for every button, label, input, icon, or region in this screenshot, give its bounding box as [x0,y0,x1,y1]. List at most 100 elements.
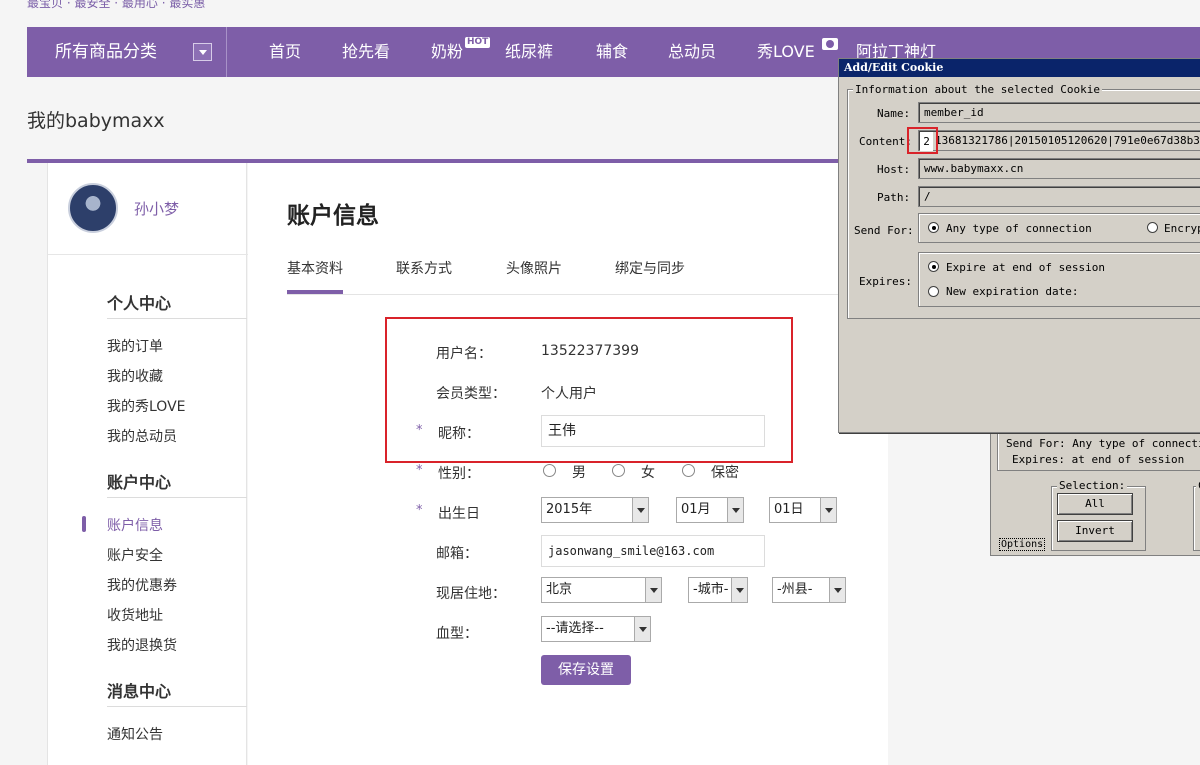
section-divider [107,497,247,498]
side-group-label: C [1196,479,1200,492]
content-label: Content: [859,135,912,148]
send-for-label: Send For: [854,224,914,237]
side-group [1193,486,1200,551]
sidebar: 孙小梦 个人中心 我的订单 我的收藏 我的秀LOVE 我的总动员 账户中心 账户… [47,163,248,765]
birthday-label: 出生日 [438,506,480,522]
cookie-path-field[interactable]: / [918,186,1200,207]
summary-send-for: Send For: Any type of connection [1006,437,1200,450]
tab-binding[interactable]: 绑定与同步 [615,258,685,278]
sidebar-item-account-info[interactable]: 账户信息 [107,515,163,535]
county-value: -州县- [777,582,813,597]
avatar[interactable] [68,183,118,233]
sidebar-item-addresses[interactable]: 收货地址 [107,605,163,625]
sidebar-item-returns[interactable]: 我的退换货 [107,635,177,655]
birth-month-select[interactable]: 01月 [676,497,744,523]
chevron-down-icon[interactable] [632,498,648,522]
nav-diapers[interactable]: 纸尿裤 [505,27,553,77]
nav-mobilization[interactable]: 总动员 [668,27,716,77]
nav-preview[interactable]: 抢先看 [342,27,390,77]
province-value: 北京 [546,582,573,597]
expire-session-radio[interactable] [928,261,939,272]
section-title-messages: 消息中心 [107,682,172,701]
gender-secret-label: 保密 [711,465,739,481]
section-title-account: 账户中心 [107,473,172,492]
required-mark: * [416,503,423,518]
highlight-box [385,317,793,463]
path-label: Path: [877,191,911,204]
chevron-down-icon[interactable] [727,498,743,522]
sidebar-item-my-mobilization[interactable]: 我的总动员 [107,426,177,446]
expire-session-label: Expire at end of session [946,261,1105,274]
save-button[interactable]: 保存设置 [541,655,631,685]
cookie-info-label: Information about the selected Cookie [853,83,1103,96]
chevron-down-icon[interactable] [731,578,747,602]
send-encrypted-label: Encryp [1164,222,1200,235]
gender-male-label: 男 [572,465,586,481]
chevron-down-icon[interactable] [193,43,212,61]
residence-label: 现居住地： [436,586,506,602]
send-encrypted-radio[interactable] [1147,222,1158,233]
user-name[interactable]: 孙小梦 [134,198,179,219]
province-select[interactable]: 北京 [541,577,662,603]
expire-date-radio[interactable] [928,286,939,297]
gender-male-radio[interactable] [543,464,556,477]
county-select[interactable]: -州县- [772,577,846,603]
nav-home[interactable]: 首页 [269,27,301,77]
cookie-manager-window: Send For: Any type of connection Expires… [990,430,1200,556]
tab-avatar[interactable]: 头像照片 [506,258,562,278]
cookie-content-field[interactable]: 13681321786|20150105120620|791e0e67d38b3… [918,130,1200,151]
invert-selection-button[interactable]: Invert [1057,520,1133,542]
page-title: 账户信息 [287,203,379,229]
sidebar-divider [48,254,248,255]
chevron-down-icon[interactable] [820,498,836,522]
section-title-personal: 个人中心 [107,294,172,313]
nav-food[interactable]: 辅食 [596,27,628,77]
content-rest: 13681321786|20150105120620|791e0e67d38b3… [935,134,1200,147]
blood-type-label: 血型： [436,626,478,642]
send-any-radio[interactable] [928,222,939,233]
category-menu[interactable]: 所有商品分类 [27,27,227,77]
tab-divider [287,294,887,295]
sidebar-item-coupons[interactable]: 我的优惠券 [107,575,177,595]
cookie-name-field[interactable]: member_id [918,102,1200,123]
chevron-down-icon[interactable] [829,578,845,602]
summary-expires: Expires: at end of session [1012,453,1185,466]
sidebar-item-my-love[interactable]: 我的秀LOVE [107,396,186,416]
email-field[interactable]: jasonwang_smile@163.com [541,535,765,567]
cookie-host-field[interactable]: www.babymaxx.cn [918,158,1200,179]
sidebar-item-orders[interactable]: 我的订单 [107,336,163,356]
tab-basic-info[interactable]: 基本资料 [287,258,343,278]
gender-secret-radio[interactable] [682,464,695,477]
nav-show-love[interactable]: 秀LOVE [757,27,815,77]
sidebar-item-account-security[interactable]: 账户安全 [107,545,163,565]
gender-female-radio[interactable] [612,464,625,477]
section-divider [107,318,247,319]
blood-type-value: --请选择-- [546,621,604,636]
gender-label: 性别： [438,466,480,482]
tab-contact[interactable]: 联系方式 [396,258,452,278]
nav-milk-powder[interactable]: 奶粉 [431,27,463,77]
dialog-title: Add/Edit Cookie [839,59,1200,77]
birth-year-value: 2015年 [546,502,593,517]
email-label: 邮箱： [436,546,478,562]
chevron-down-icon[interactable] [634,617,650,641]
sidebar-item-notices[interactable]: 通知公告 [107,724,163,744]
site-tagline: 最宝贝 · 最安全 · 最用心 · 最实惠 [27,0,206,10]
chevron-down-icon[interactable] [645,578,661,602]
main-content: 账户信息 基本资料 联系方式 头像照片 绑定与同步 用户名： 135223773… [248,163,888,765]
selection-label: Selection: [1057,479,1128,492]
hot-badge: HOT [465,37,491,48]
birth-day-select[interactable]: 01日 [769,497,837,523]
select-all-button[interactable]: All [1057,493,1133,515]
blood-type-select[interactable]: --请选择-- [541,616,651,642]
section-divider [107,706,247,707]
city-select[interactable]: -城市- [688,577,748,603]
sidebar-item-favorites[interactable]: 我的收藏 [107,366,163,386]
options-button[interactable]: Options [999,538,1046,551]
page: 最宝贝 · 最安全 · 最用心 · 最实惠 所有商品分类 首页 抢先看 奶粉 H… [0,0,1200,765]
birth-year-select[interactable]: 2015年 [541,497,649,523]
expire-date-label: New expiration date: [946,285,1079,298]
birth-month-value: 01月 [681,502,711,517]
content-highlight-box [907,127,938,154]
city-value: -城市- [693,582,729,597]
